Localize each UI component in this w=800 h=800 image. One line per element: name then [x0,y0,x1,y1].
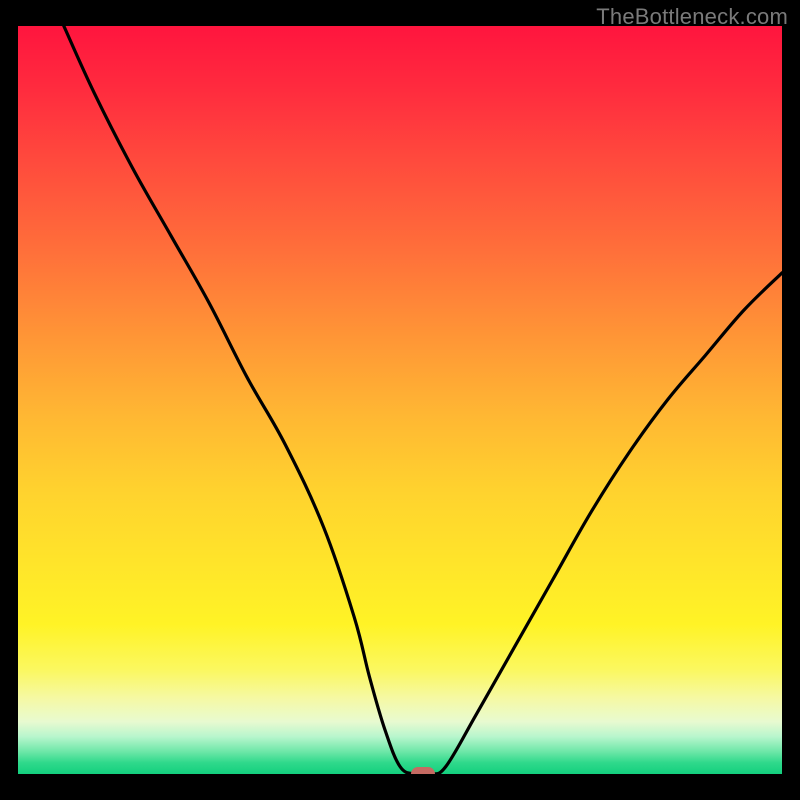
curve-canvas [18,26,782,774]
chart-stage: TheBottleneck.com [0,0,800,800]
watermark-text: TheBottleneck.com [596,4,788,30]
curve-path [64,26,782,774]
minimum-marker [411,767,435,774]
plot-area [18,26,782,774]
